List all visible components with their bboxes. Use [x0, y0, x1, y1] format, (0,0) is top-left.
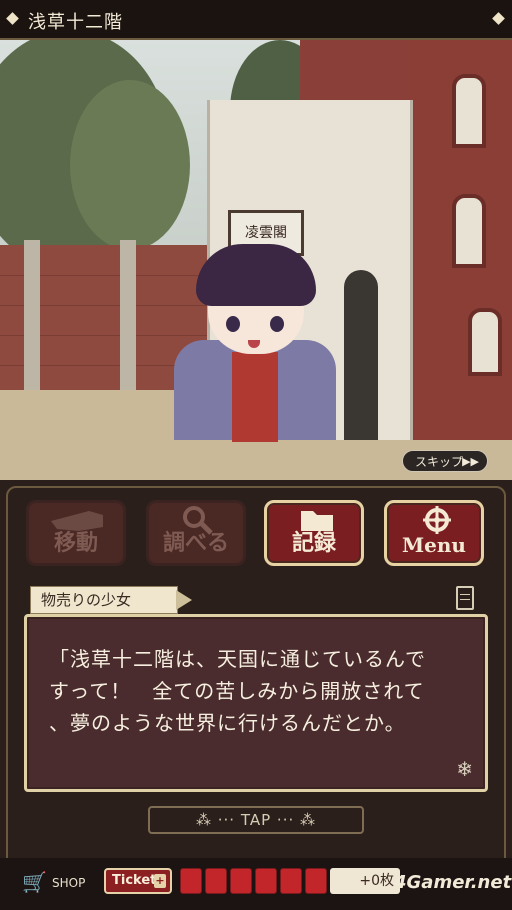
tap-prompt[interactable]: ⁂ ··· TAP ··· ⁂ [148, 806, 364, 834]
speaker-flag [176, 590, 192, 610]
dialog-line: すって！ 全ての苦しみから開放されて [49, 679, 425, 703]
wall-pillar [24, 240, 40, 390]
tap-label: TAP [240, 811, 272, 829]
dialog-box[interactable]: 「浅草十二階は、天国に通じているんで すって！ 全ての苦しみから開放されて 、夢… [24, 614, 488, 792]
ticket-slot [255, 868, 277, 894]
diamond-icon [6, 12, 19, 25]
investigate-button[interactable]: 調べる [146, 500, 246, 566]
skip-label: スキップ [415, 455, 464, 469]
move-label: 移動 [53, 530, 98, 556]
location-title: 浅草十二階 [28, 12, 123, 33]
backlog-icon[interactable] [456, 586, 474, 610]
menu-button[interactable]: Menu [384, 500, 484, 566]
title-bar: 浅草十二階 [0, 0, 512, 40]
girl-eye [270, 316, 284, 332]
ticket-label: Ticket [112, 873, 157, 888]
brick-building [410, 40, 512, 440]
girl-eye [226, 316, 240, 332]
plus-icon: + [154, 874, 166, 888]
gate-arch [344, 270, 378, 440]
dialog-line: 、夢のような世界に行けるんだとか。 [49, 711, 406, 735]
dialog-text: 「浅草十二階は、天国に通じているんで すって！ 全ての苦しみから開放されて 、夢… [49, 643, 469, 739]
ornament-left-icon: ⁂ ··· [196, 811, 241, 829]
snowflake-icon: ❄ [456, 757, 473, 781]
wall-pillar [120, 240, 136, 390]
dialog-line: 「浅草十二階は、天国に通じているんで [49, 647, 426, 671]
ticket-slot [305, 868, 327, 894]
ticket-slot [230, 868, 252, 894]
cart-icon[interactable]: 🛒 [22, 870, 47, 894]
ticket-counter: +0枚 [330, 868, 400, 894]
girl-sash [232, 352, 278, 442]
ornament-right-icon: ··· ⁂ [271, 811, 316, 829]
diamond-icon [492, 12, 505, 25]
ticket-button[interactable]: Ticket + [104, 868, 172, 894]
tree [70, 80, 190, 250]
gear-icon [423, 506, 451, 534]
speaker-name: 物売りの少女 [30, 586, 178, 614]
girl-hair [196, 244, 316, 306]
investigate-label: 調べる [162, 530, 229, 556]
shop-label[interactable]: SHOP [52, 876, 85, 890]
move-button[interactable]: 移動 [26, 500, 126, 566]
fast-forward-icon: ▶▶ [462, 455, 479, 468]
game-screen: 浅草十二階 凌雲閣 スキップ ▶▶ 移動 調べる 記録 Menu 物売りの少女 … [0, 0, 512, 910]
scene-illustration[interactable]: 凌雲閣 [0, 40, 512, 480]
record-button[interactable]: 記録 [264, 500, 364, 566]
record-label: 記録 [291, 530, 336, 556]
ticket-slot [180, 868, 202, 894]
watermark: 4Gamer.net [394, 872, 512, 893]
ticket-slot [280, 868, 302, 894]
skip-button[interactable]: スキップ ▶▶ [402, 450, 488, 472]
ticket-slot [205, 868, 227, 894]
menu-label: Menu [402, 533, 466, 557]
